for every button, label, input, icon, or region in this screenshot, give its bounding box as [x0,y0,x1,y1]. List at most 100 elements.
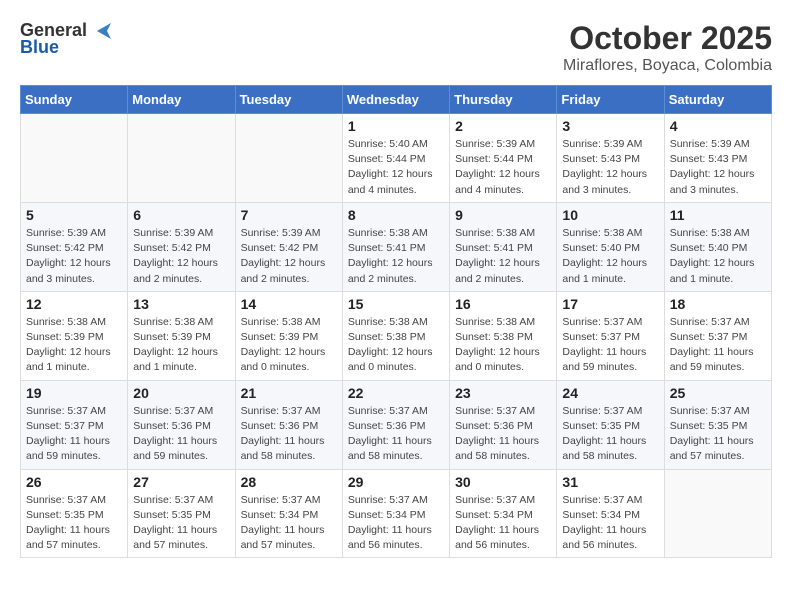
day-number: 31 [562,474,658,490]
month-year-title: October 2025 [563,20,772,57]
logo: General Blue [20,20,111,58]
calendar-cell: 15Sunrise: 5:38 AM Sunset: 5:38 PM Dayli… [342,291,449,380]
day-info: Sunrise: 5:37 AM Sunset: 5:35 PM Dayligh… [26,493,122,554]
day-info: Sunrise: 5:38 AM Sunset: 5:39 PM Dayligh… [241,315,337,376]
calendar-cell: 8 Sunrise: 5:38 AM Sunset: 5:41 PM Daylig… [342,202,449,291]
calendar-cell [128,114,235,203]
day-info: Sunrise: 5:38 AM Sunset: 5:39 PM Dayligh… [26,315,122,376]
day-number: 3 [562,118,658,134]
calendar-cell: 20 Sunrise: 5:37 AM Sunset: 5:36 PM Dayli… [128,380,235,469]
day-info: Sunrise: 5:38 AM Sunset: 5:38 PM Dayligh… [348,315,444,376]
day-info: Sunrise: 5:37 AM Sunset: 5:34 PM Dayligh… [562,493,658,554]
day-number: 7 [241,207,337,223]
calendar-cell [235,114,342,203]
day-info: Sunrise: 5:37 AM Sunset: 5:35 PM Dayligh… [562,404,658,465]
weekday-header-saturday: Saturday [664,86,771,114]
calendar-cell: 3Sunrise: 5:39 AM Sunset: 5:43 PM Daylig… [557,114,664,203]
calendar-cell: 7 Sunrise: 5:39 AM Sunset: 5:42 PM Daylig… [235,202,342,291]
day-number: 29 [348,474,444,490]
day-info: Sunrise: 5:37 AM Sunset: 5:36 PM Dayligh… [241,404,337,465]
day-number: 18 [670,296,766,312]
calendar-cell: 21 Sunrise: 5:37 AM Sunset: 5:36 PM Dayli… [235,380,342,469]
day-number: 14 [241,296,337,312]
day-number: 24 [562,385,658,401]
weekday-header-monday: Monday [128,86,235,114]
calendar-cell: 16Sunrise: 5:38 AM Sunset: 5:38 PM Dayli… [450,291,557,380]
weekday-header-row: SundayMondayTuesdayWednesdayThursdayFrid… [21,86,772,114]
day-info: Sunrise: 5:37 AM Sunset: 5:36 PM Dayligh… [348,404,444,465]
day-info: Sunrise: 5:37 AM Sunset: 5:37 PM Dayligh… [26,404,122,465]
calendar-cell: 5 Sunrise: 5:39 AM Sunset: 5:42 PM Daylig… [21,202,128,291]
day-number: 11 [670,207,766,223]
day-number: 8 [348,207,444,223]
calendar-cell: 10Sunrise: 5:38 AM Sunset: 5:40 PM Dayli… [557,202,664,291]
calendar-cell: 11 Sunrise: 5:38 AM Sunset: 5:40 PM Dayli… [664,202,771,291]
logo-bird-icon [89,23,111,39]
calendar-cell: 18Sunrise: 5:37 AM Sunset: 5:37 PM Dayli… [664,291,771,380]
calendar-cell: 27 Sunrise: 5:37 AM Sunset: 5:35 PM Dayli… [128,469,235,558]
day-number: 25 [670,385,766,401]
day-number: 6 [133,207,229,223]
day-info: Sunrise: 5:37 AM Sunset: 5:34 PM Dayligh… [455,493,551,554]
day-info: Sunrise: 5:38 AM Sunset: 5:41 PM Dayligh… [348,226,444,287]
day-number: 21 [241,385,337,401]
day-info: Sunrise: 5:37 AM Sunset: 5:35 PM Dayligh… [133,493,229,554]
day-number: 12 [26,296,122,312]
logo-blue-text: Blue [20,37,59,58]
day-info: Sunrise: 5:37 AM Sunset: 5:34 PM Dayligh… [348,493,444,554]
day-info: Sunrise: 5:39 AM Sunset: 5:44 PM Dayligh… [455,137,551,198]
calendar-cell: 2Sunrise: 5:39 AM Sunset: 5:44 PM Daylig… [450,114,557,203]
day-number: 27 [133,474,229,490]
page-header: General Blue October 2025 Miraflores, Bo… [20,20,772,75]
day-number: 1 [348,118,444,134]
day-info: Sunrise: 5:37 AM Sunset: 5:35 PM Dayligh… [670,404,766,465]
day-number: 5 [26,207,122,223]
day-number: 23 [455,385,551,401]
weekday-header-friday: Friday [557,86,664,114]
day-info: Sunrise: 5:40 AM Sunset: 5:44 PM Dayligh… [348,137,444,198]
calendar-cell [664,469,771,558]
calendar-cell: 23 Sunrise: 5:37 AM Sunset: 5:36 PM Dayli… [450,380,557,469]
calendar-week-row: 1 Sunrise: 5:40 AM Sunset: 5:44 PM Daylig… [21,114,772,203]
day-number: 26 [26,474,122,490]
calendar-cell: 6 Sunrise: 5:39 AM Sunset: 5:42 PM Daylig… [128,202,235,291]
calendar-cell [21,114,128,203]
day-number: 4 [670,118,766,134]
calendar-cell: 14 Sunrise: 5:38 AM Sunset: 5:39 PM Dayli… [235,291,342,380]
day-number: 10 [562,207,658,223]
calendar-cell: 31 Sunrise: 5:37 AM Sunset: 5:34 PM Dayli… [557,469,664,558]
day-info: Sunrise: 5:38 AM Sunset: 5:39 PM Dayligh… [133,315,229,376]
calendar-cell: 9Sunrise: 5:38 AM Sunset: 5:41 PM Daylig… [450,202,557,291]
calendar-cell: 22 Sunrise: 5:37 AM Sunset: 5:36 PM Dayli… [342,380,449,469]
day-info: Sunrise: 5:37 AM Sunset: 5:36 PM Dayligh… [133,404,229,465]
calendar-cell: 19 Sunrise: 5:37 AM Sunset: 5:37 PM Dayli… [21,380,128,469]
day-number: 19 [26,385,122,401]
day-info: Sunrise: 5:39 AM Sunset: 5:42 PM Dayligh… [133,226,229,287]
weekday-header-tuesday: Tuesday [235,86,342,114]
calendar-cell: 4 Sunrise: 5:39 AM Sunset: 5:43 PM Daylig… [664,114,771,203]
day-info: Sunrise: 5:39 AM Sunset: 5:42 PM Dayligh… [241,226,337,287]
day-number: 17 [562,296,658,312]
day-info: Sunrise: 5:39 AM Sunset: 5:43 PM Dayligh… [670,137,766,198]
day-number: 22 [348,385,444,401]
day-number: 30 [455,474,551,490]
calendar-cell: 13Sunrise: 5:38 AM Sunset: 5:39 PM Dayli… [128,291,235,380]
day-number: 20 [133,385,229,401]
calendar-week-row: 26 Sunrise: 5:37 AM Sunset: 5:35 PM Dayli… [21,469,772,558]
weekday-header-thursday: Thursday [450,86,557,114]
location-subtitle: Miraflores, Boyaca, Colombia [563,57,772,75]
weekday-header-wednesday: Wednesday [342,86,449,114]
calendar-cell: 30 Sunrise: 5:37 AM Sunset: 5:34 PM Dayli… [450,469,557,558]
calendar-week-row: 19 Sunrise: 5:37 AM Sunset: 5:37 PM Dayli… [21,380,772,469]
calendar-cell: 1 Sunrise: 5:40 AM Sunset: 5:44 PM Daylig… [342,114,449,203]
calendar-cell: 24 Sunrise: 5:37 AM Sunset: 5:35 PM Dayli… [557,380,664,469]
day-info: Sunrise: 5:39 AM Sunset: 5:42 PM Dayligh… [26,226,122,287]
day-info: Sunrise: 5:37 AM Sunset: 5:36 PM Dayligh… [455,404,551,465]
calendar-cell: 12 Sunrise: 5:38 AM Sunset: 5:39 PM Dayli… [21,291,128,380]
day-info: Sunrise: 5:38 AM Sunset: 5:40 PM Dayligh… [670,226,766,287]
day-info: Sunrise: 5:37 AM Sunset: 5:37 PM Dayligh… [562,315,658,376]
day-info: Sunrise: 5:38 AM Sunset: 5:41 PM Dayligh… [455,226,551,287]
calendar-cell: 29 Sunrise: 5:37 AM Sunset: 5:34 PM Dayli… [342,469,449,558]
calendar-cell: 25 Sunrise: 5:37 AM Sunset: 5:35 PM Dayli… [664,380,771,469]
calendar-week-row: 5 Sunrise: 5:39 AM Sunset: 5:42 PM Daylig… [21,202,772,291]
